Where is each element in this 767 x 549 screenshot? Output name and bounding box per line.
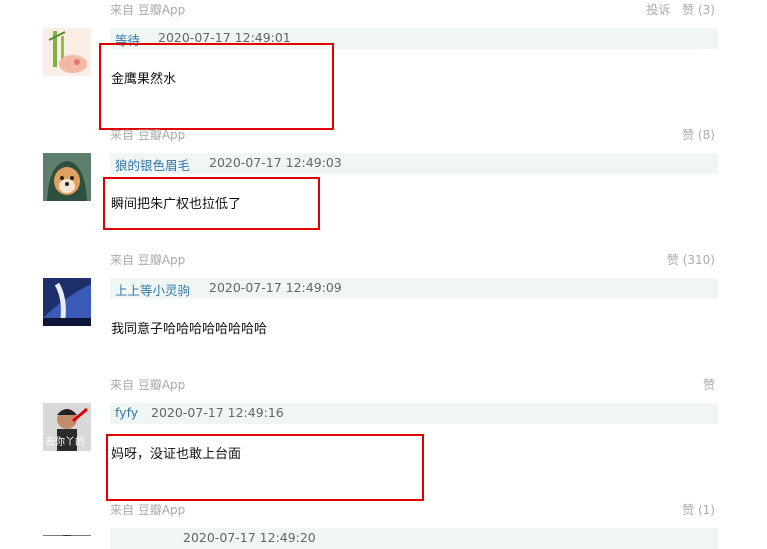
comment-text: 我同意子哈哈哈哈哈哈哈哈 <box>111 322 268 337</box>
comment-time: 2020-07-17 12:49:09 <box>209 280 342 295</box>
like-button[interactable]: 赞 (310) <box>667 253 715 267</box>
username-link[interactable]: fyfy <box>115 405 138 420</box>
comment-header: 狼的银色眉毛 2020-07-17 12:49:03 <box>110 153 718 174</box>
comment-meta: 来自 豆瓣App 赞 (310) <box>110 251 715 268</box>
comment-source: 来自 豆瓣App <box>110 253 186 267</box>
bamboo-avatar-icon <box>43 28 91 76</box>
username-link[interactable]: 上上等小灵驹 <box>115 280 190 299</box>
like-button[interactable]: 赞 (8) <box>682 128 715 142</box>
comment-time: 2020-07-17 12:49:20 <box>183 530 316 545</box>
comment-time: 2020-07-17 12:49:03 <box>209 155 342 170</box>
shiba-dog-avatar-icon <box>43 153 91 201</box>
comment-source: 来自 豆瓣App <box>110 128 186 142</box>
highlight-box <box>106 434 424 501</box>
comment-meta: 来自 豆瓣App 赞 (8) <box>110 126 715 143</box>
avatar[interactable] <box>43 528 91 536</box>
comment-header: fyfy 2020-07-17 12:49:16 <box>110 403 718 424</box>
avatar[interactable] <box>43 278 91 326</box>
comment-meta: 来自 豆瓣App 赞 <box>110 376 715 393</box>
report-button[interactable]: 投诉 <box>646 3 670 17</box>
avatar[interactable] <box>43 153 91 201</box>
meme-avatar-icon: 去你丫的 <box>43 403 91 451</box>
comment-source: 来自 豆瓣App <box>110 378 186 392</box>
like-button[interactable]: 赞 <box>703 378 715 392</box>
comment-source: 来自 豆瓣App <box>110 503 186 517</box>
username-link[interactable]: 狼的银色眉毛 <box>115 155 190 174</box>
highlight-box <box>103 177 320 230</box>
blue-abstract-avatar-icon <box>43 278 91 326</box>
highlight-box <box>99 43 334 130</box>
comment-meta: 来自 豆瓣App 赞 (1) <box>110 501 715 518</box>
avatar-caption: 去你丫的 <box>45 435 85 448</box>
comment-header: 上上等小灵驹 2020-07-17 12:49:09 <box>110 278 718 299</box>
avatar[interactable] <box>43 28 91 76</box>
comment-header: 2020-07-17 12:49:20 <box>110 528 718 549</box>
comment-meta: 来自 豆瓣App 投诉 赞 (3) <box>110 1 715 18</box>
avatar[interactable]: 去你丫的 <box>43 403 91 451</box>
like-button[interactable]: 赞 (1) <box>682 503 715 517</box>
comment-source: 来自 豆瓣App <box>110 3 186 17</box>
like-button[interactable]: 赞 (3) <box>682 3 715 17</box>
comment-time: 2020-07-17 12:49:16 <box>151 405 284 420</box>
